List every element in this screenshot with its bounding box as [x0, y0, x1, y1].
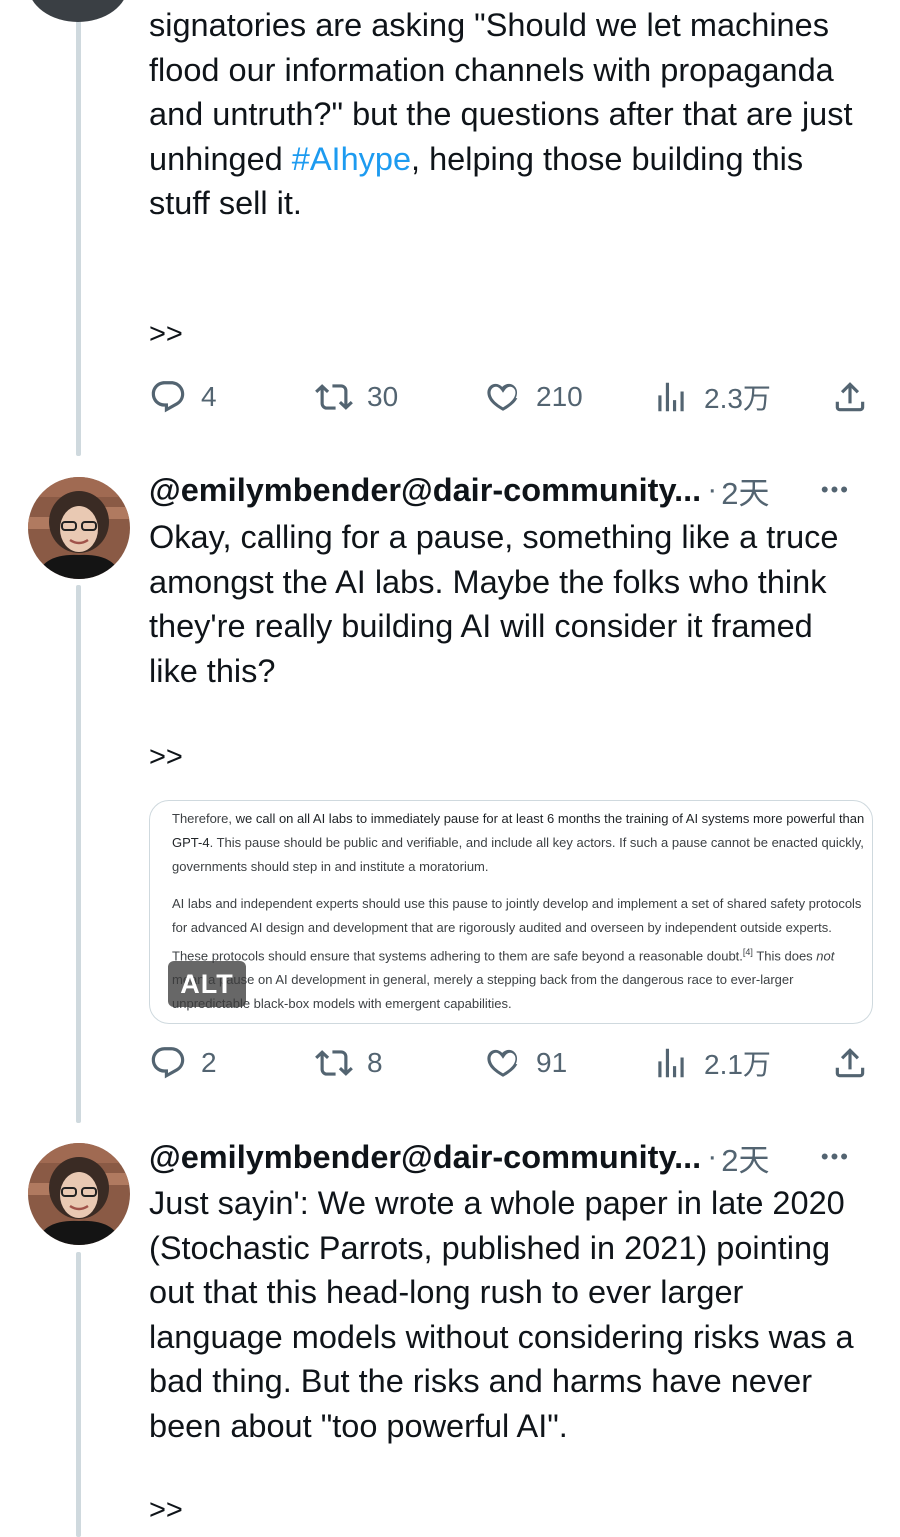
like-count: 91	[536, 1047, 568, 1078]
thread-line	[76, 1252, 81, 1537]
share-button[interactable]	[831, 1043, 869, 1083]
like-count: 210	[536, 381, 583, 412]
views-count: 2.3万	[704, 383, 771, 414]
reply-count: 2	[201, 1047, 217, 1078]
thread-line	[76, 585, 81, 1123]
views-count: 2.1万	[704, 1049, 771, 1080]
retweet-button[interactable]: 8	[315, 1043, 383, 1083]
tweet-text: Okay, calling for a pause, something lik…	[149, 519, 839, 689]
share-button[interactable]	[831, 377, 869, 417]
tweet-header: @emilymbender@dair-community... · 2天 •••	[149, 468, 880, 512]
like-icon	[487, 383, 518, 411]
retweet-icon	[315, 384, 353, 410]
share-icon	[835, 1048, 865, 1078]
timestamp[interactable]: 2天	[721, 1135, 769, 1180]
like-button[interactable]: 91	[484, 1043, 567, 1083]
views-icon	[658, 1048, 684, 1078]
separator-dot: ·	[707, 1140, 718, 1173]
tweet-actions: 4 30 210 2.3万	[149, 377, 871, 417]
tweet-image[interactable]: Therefore, we call on all AI labs to imm…	[149, 800, 873, 1024]
author-handle[interactable]: @emilymbender@dair-community...	[149, 1139, 701, 1176]
reply-button[interactable]: 4	[149, 377, 217, 417]
views-icon	[658, 382, 684, 412]
thread-line	[76, 20, 81, 456]
views-button[interactable]: 2.3万	[652, 377, 771, 417]
reply-count: 4	[201, 381, 217, 412]
retweet-count: 8	[367, 1047, 383, 1078]
tweet-text: Just sayin': We wrote a whole paper in l…	[149, 1185, 854, 1444]
like-icon	[487, 1049, 518, 1077]
tweet-text: signatories are asking "Should we let ma…	[149, 7, 853, 221]
avatar[interactable]	[28, 1143, 130, 1245]
image-text-paragraph-2: AI labs and independent experts should u…	[172, 896, 862, 1012]
reply-button[interactable]: 2	[149, 1043, 217, 1083]
author-handle[interactable]: @emilymbender@dair-community...	[149, 472, 701, 509]
separator-dot: ·	[707, 473, 718, 506]
avatar[interactable]	[28, 0, 128, 22]
image-text-paragraph-1: Therefore, we call on all AI labs to imm…	[172, 811, 865, 874]
alt-text-badge[interactable]: ALT	[168, 961, 246, 1007]
retweet-button[interactable]: 30	[315, 377, 398, 417]
timestamp[interactable]: 2天	[721, 468, 769, 513]
more-options-icon[interactable]: •••	[821, 477, 850, 503]
avatar[interactable]	[28, 477, 130, 579]
tweet-header: @emilymbender@dair-community... · 2天 •••	[149, 1135, 880, 1179]
tweet-actions: 2 8 91 2.1万	[149, 1043, 871, 1083]
reply-icon	[151, 1047, 185, 1079]
retweet-count: 30	[367, 381, 399, 412]
like-button[interactable]: 210	[484, 377, 583, 417]
more-options-icon[interactable]: •••	[821, 1144, 850, 1170]
continuation-marker: >>	[149, 741, 183, 773]
share-icon	[835, 382, 865, 412]
reply-icon	[151, 381, 185, 413]
continuation-marker: >>	[149, 318, 183, 350]
views-button[interactable]: 2.1万	[652, 1043, 771, 1083]
retweet-icon	[315, 1050, 353, 1076]
continuation-marker: >>	[149, 1494, 183, 1526]
hashtag-link[interactable]: #AIhype	[292, 141, 411, 177]
